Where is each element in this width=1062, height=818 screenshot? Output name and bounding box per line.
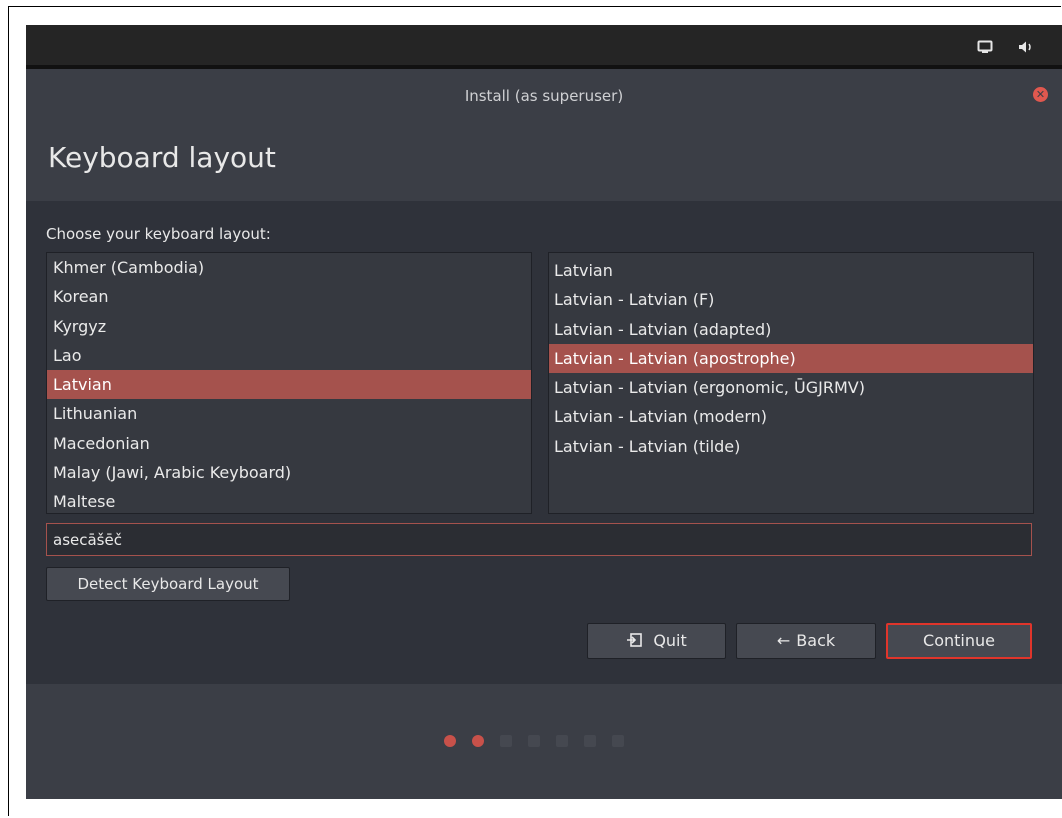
variant-list[interactable]: Latvian Latvian - Latvian (F) Latvian - La…: [548, 252, 1034, 514]
progress-dot-pending: [500, 735, 512, 747]
layout-list-item[interactable]: Kyrgyz: [47, 312, 531, 341]
variant-list-item[interactable]: Latvian - Latvian (tilde): [549, 432, 1033, 461]
variant-list-item[interactable]: Latvian: [549, 256, 1033, 285]
back-button[interactable]: ← Back: [736, 623, 876, 659]
progress-dot-complete: [472, 735, 484, 747]
layout-list-item[interactable]: Lithuanian: [47, 399, 531, 428]
quit-icon: [626, 631, 647, 650]
layout-list-item[interactable]: Lao: [47, 341, 531, 370]
close-icon[interactable]: ✕: [1033, 87, 1048, 102]
progress-indicator: [444, 735, 624, 747]
volume-icon[interactable]: [1018, 39, 1034, 53]
layout-list-item[interactable]: Korean: [47, 282, 531, 311]
installer-window: Install (as superuser) ✕ Keyboard layout…: [26, 69, 1062, 799]
quit-button-label: Quit: [653, 631, 687, 650]
progress-dot-pending: [612, 735, 624, 747]
window-title: Install (as superuser): [464, 87, 624, 105]
page-title: Keyboard layout: [48, 141, 276, 174]
progress-dot-pending: [528, 735, 540, 747]
variant-list-item[interactable]: Latvian - Latvian (apostrophe): [549, 343, 1033, 374]
progress-dot-pending: [556, 735, 568, 747]
progress-dot-complete: [444, 735, 456, 747]
layout-prompt: Choose your keyboard layout:: [46, 225, 271, 243]
content-area: Choose your keyboard layout: Khmer (Camb…: [26, 201, 1062, 684]
variant-list-item[interactable]: Latvian - Latvian (ergonomic, ŪGJRMV): [549, 373, 1033, 402]
display-icon[interactable]: [977, 39, 993, 53]
continue-button[interactable]: Continue: [886, 623, 1032, 659]
variant-list-item[interactable]: Latvian - Latvian (adapted): [549, 315, 1033, 344]
layout-list-item[interactable]: Khmer (Cambodia): [47, 253, 531, 282]
variant-list-item[interactable]: Latvian - Latvian (F): [549, 285, 1033, 314]
quit-button[interactable]: Quit: [587, 623, 726, 659]
detect-keyboard-layout-button[interactable]: Detect Keyboard Layout: [46, 567, 290, 601]
variant-list-item[interactable]: Latvian - Latvian (modern): [549, 402, 1033, 431]
progress-footer: [26, 684, 1062, 799]
back-arrow-icon: ←: [776, 631, 791, 650]
back-button-label: Back: [796, 631, 836, 650]
layout-list[interactable]: Khmer (Cambodia) Korean Kyrgyz Lao Latvian Li…: [46, 252, 532, 514]
layout-list-item[interactable]: Maltese: [47, 487, 531, 513]
page-header: Keyboard layout: [26, 115, 1062, 201]
progress-dot-pending: [584, 735, 596, 747]
layout-list-item[interactable]: Latvian: [47, 370, 531, 400]
top-panel: [26, 25, 1062, 69]
keyboard-test-input[interactable]: [46, 523, 1032, 556]
layout-list-item[interactable]: Macedonian: [47, 429, 531, 458]
layout-list-item[interactable]: Malay (Jawi, Arabic Keyboard): [47, 458, 531, 487]
